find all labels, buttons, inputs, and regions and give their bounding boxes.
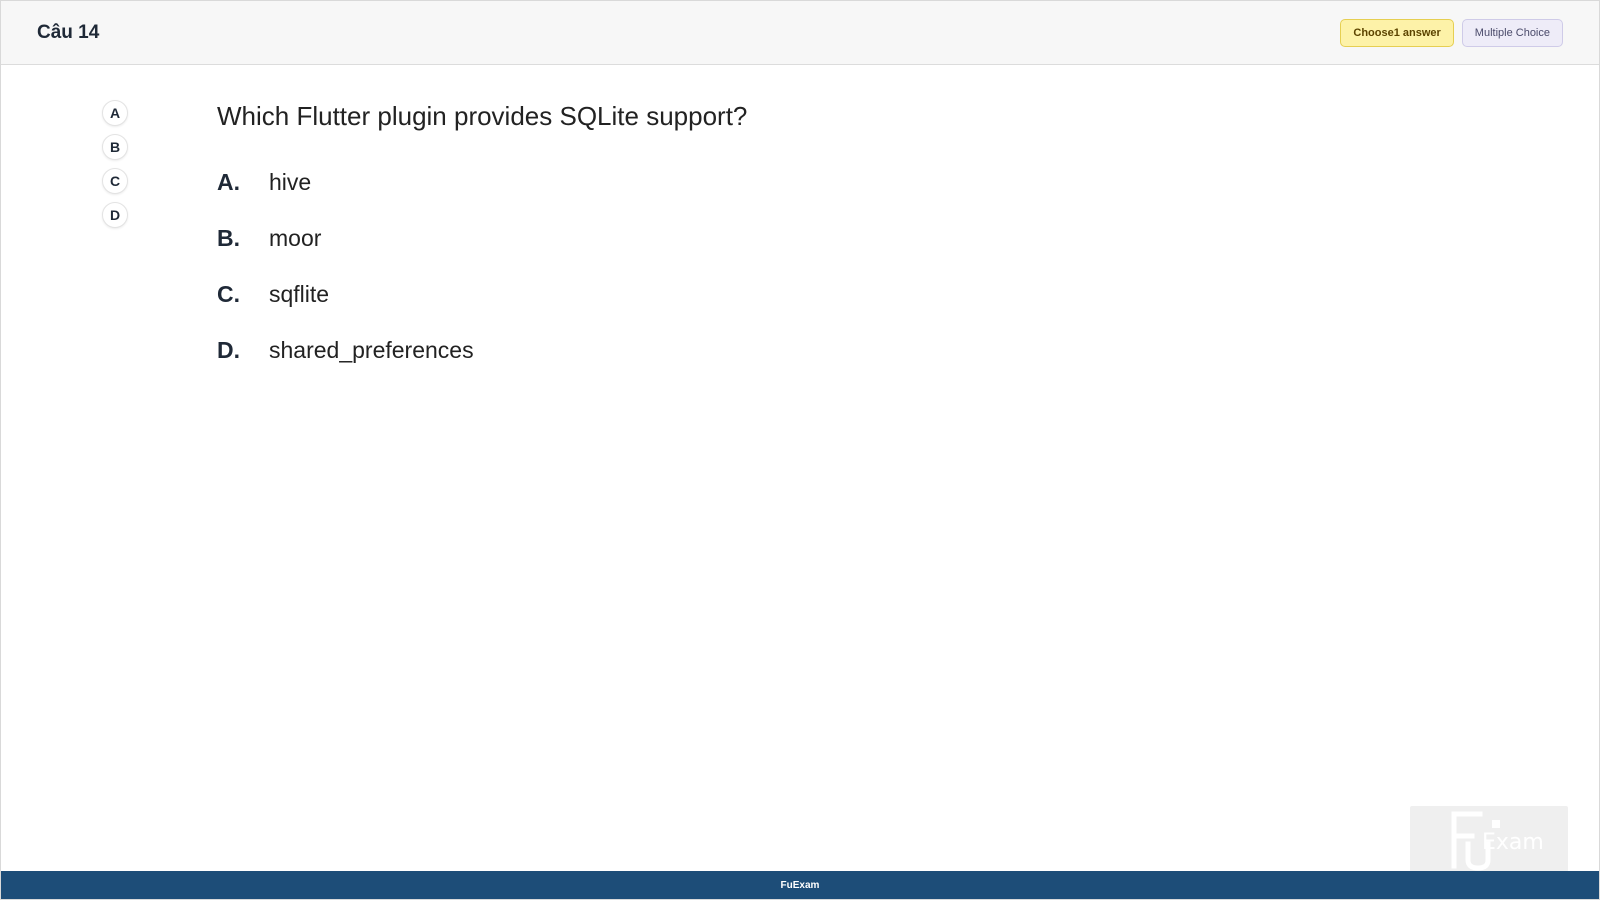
options-list: A. hive B. moor C. sqflite D. shared_pre…	[217, 154, 1417, 378]
option-d[interactable]: D. shared_preferences	[217, 322, 1417, 378]
question-type-badge: Multiple Choice	[1461, 18, 1563, 47]
fuexam-watermark-logo: Exam	[1410, 806, 1568, 872]
option-b[interactable]: B. moor	[217, 210, 1417, 266]
option-text: hive	[269, 168, 312, 195]
question-header: Câu 14 Choose1 answer Multiple Choice	[1, 1, 1599, 65]
question-number: Câu 14	[37, 21, 100, 43]
option-text: moor	[269, 224, 322, 251]
choose-answer-badge: Choose1 answer	[1340, 18, 1454, 47]
footer-brand: FuExam	[780, 879, 820, 891]
answer-selector: A B C D	[102, 100, 130, 228]
watermark-text: Exam	[1482, 830, 1544, 855]
option-letter: C.	[217, 280, 240, 307]
answer-bubble-a[interactable]: A	[102, 100, 128, 126]
option-text: sqflite	[269, 280, 330, 307]
answer-bubble-b[interactable]: B	[102, 134, 128, 160]
answer-bubble-c[interactable]: C	[102, 168, 128, 194]
footer-bar: FuExam	[1, 871, 1599, 899]
option-c[interactable]: C. sqflite	[217, 266, 1417, 322]
option-letter: D.	[217, 336, 240, 363]
option-letter: A.	[217, 168, 240, 195]
question-text: Which Flutter plugin provides SQLite sup…	[217, 101, 748, 131]
question-content: Which Flutter plugin provides SQLite sup…	[217, 100, 1417, 378]
header-badges: Choose1 answer Multiple Choice	[1340, 18, 1563, 47]
answer-bubble-d[interactable]: D	[102, 202, 128, 228]
option-letter: B.	[217, 224, 240, 251]
option-text: shared_preferences	[269, 336, 474, 363]
option-a[interactable]: A. hive	[217, 154, 1417, 210]
